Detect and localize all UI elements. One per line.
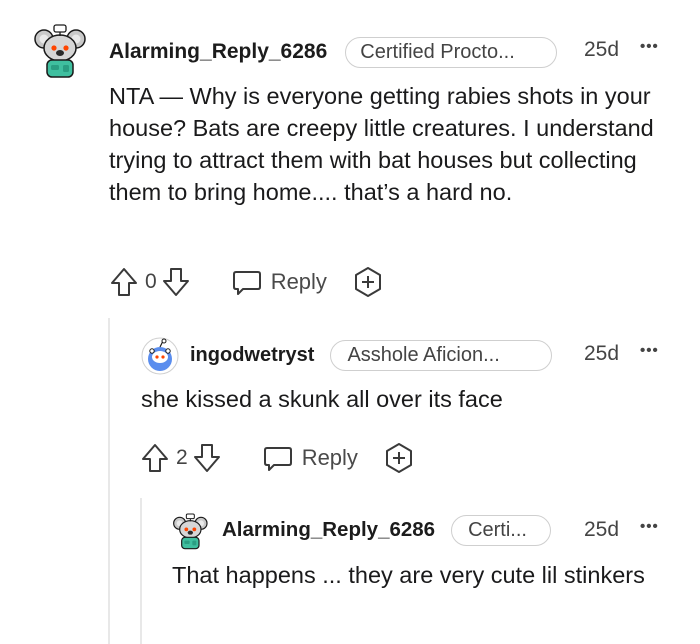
comment-bubble-icon [231,266,263,298]
comment-header: Alarming_Reply_6286 Certified Procto... [109,36,558,68]
user-flair[interactable]: Certi... [451,514,552,546]
user-flair[interactable]: Asshole Aficion... [330,339,553,371]
snoo-koala-avatar-icon [34,24,86,78]
username[interactable]: ingodwetryst [190,344,314,367]
thread-line-level-1[interactable] [108,318,110,644]
more-options-icon[interactable]: ••• [640,518,659,535]
comment-body: That happens ... they are very cute lil … [172,562,645,588]
thread-line-level-2[interactable] [140,498,142,644]
comment-bubble-icon [262,442,294,474]
snoo-default-avatar-icon [141,337,179,375]
comment-body: she kissed a skunk all over its face [141,386,503,412]
comment-header: ingodwetryst Asshole Aficion... [190,339,553,371]
snoo-koala-avatar-icon [173,513,208,550]
comment-header: Alarming_Reply_6286 Certi... [222,514,552,546]
award-plus-icon[interactable] [351,265,385,299]
downvote-icon[interactable] [192,442,222,474]
comment-body: NTA — Why is everyone getting rabies sho… [109,83,654,205]
comment-age: 25d [584,38,620,61]
user-flair[interactable]: Certified Procto... [345,36,558,68]
reply-label: Reply [301,445,358,470]
upvote-icon[interactable] [140,442,170,474]
vote-count: 0 [145,270,157,293]
more-options-icon[interactable]: ••• [640,38,659,55]
user-avatar[interactable] [172,512,210,552]
username[interactable]: Alarming_Reply_6286 [109,40,327,64]
comment-actions: 2 Reply [140,440,416,476]
username[interactable]: Alarming_Reply_6286 [222,518,435,542]
upvote-icon[interactable] [109,266,139,298]
comment-age: 25d [584,518,620,541]
reply-button[interactable]: Reply [231,266,327,298]
downvote-icon[interactable] [161,266,191,298]
award-plus-icon[interactable] [382,441,416,475]
reply-label: Reply [270,269,327,294]
comment-actions: 0 Reply [109,264,385,300]
user-avatar[interactable] [34,22,88,82]
more-options-icon[interactable]: ••• [640,342,659,359]
user-avatar[interactable] [141,337,179,375]
comment-age: 25d [584,342,620,365]
reply-button[interactable]: Reply [262,442,358,474]
vote-count: 2 [176,446,188,469]
